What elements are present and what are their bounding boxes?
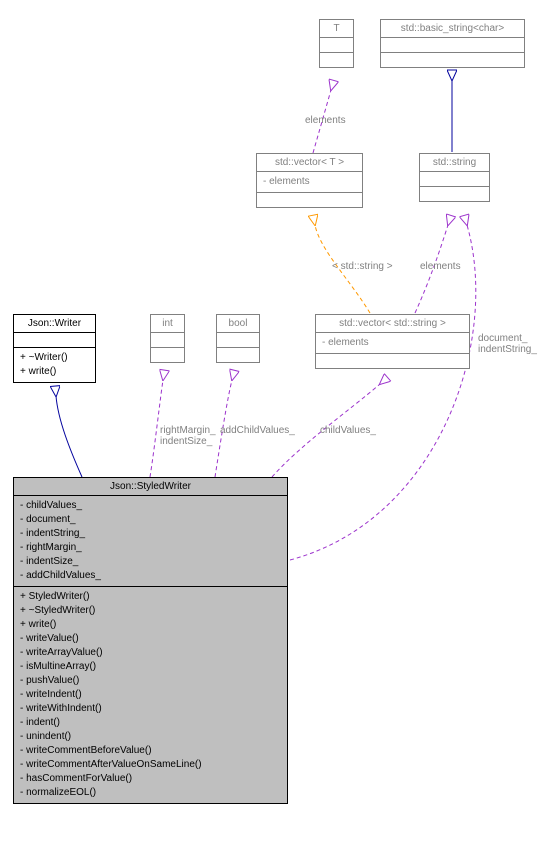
class-bool[interactable]: bool	[216, 314, 260, 363]
method: - writeCommentAfterValueOnSameLine()	[20, 758, 281, 772]
method: + write()	[20, 365, 89, 379]
method: + StyledWriter()	[20, 590, 281, 604]
method: + ~StyledWriter()	[20, 604, 281, 618]
edge-label-addchild: addChildValues_	[220, 425, 295, 436]
edge-label-template-str: < std::string >	[332, 261, 393, 272]
class-int[interactable]: int	[150, 314, 185, 363]
attr: - childValues_	[20, 499, 281, 513]
class-title: Json::StyledWriter	[14, 478, 287, 495]
edge-label-document: document_ indentString_	[478, 333, 537, 355]
method: - writeArrayValue()	[20, 646, 281, 660]
attr: - elements	[263, 175, 356, 189]
class-vector-T[interactable]: std::vector< T > - elements	[256, 153, 363, 208]
attr: - elements	[322, 336, 463, 350]
edge-label-elements: elements	[305, 115, 346, 126]
class-title: std::vector< T >	[257, 154, 362, 171]
attr: - rightMargin_	[20, 541, 281, 555]
attr: - indentString_	[20, 527, 281, 541]
method: - writeValue()	[20, 632, 281, 646]
method: - writeCommentBeforeValue()	[20, 744, 281, 758]
method: - writeWithIndent()	[20, 702, 281, 716]
class-title: Json::Writer	[14, 315, 95, 332]
attr: - indentSize_	[20, 555, 281, 569]
method: - hasCommentForValue()	[20, 772, 281, 786]
edge-label-elements2: elements	[420, 261, 461, 272]
class-title: std::vector< std::string >	[316, 315, 469, 332]
edge-label-childvalues: childValues_	[320, 425, 376, 436]
class-std-string[interactable]: std::string	[419, 153, 490, 202]
class-T[interactable]: T	[319, 19, 354, 68]
class-basic-string[interactable]: std::basic_string<char>	[380, 19, 525, 68]
method: - unindent()	[20, 730, 281, 744]
method: - pushValue()	[20, 674, 281, 688]
method: + write()	[20, 618, 281, 632]
attr: - document_	[20, 513, 281, 527]
class-title: std::basic_string<char>	[381, 20, 524, 37]
uml-collaboration-diagram: T std::basic_string<char> std::vector< T…	[0, 0, 559, 859]
attr: - addChildValues_	[20, 569, 281, 583]
class-json-writer[interactable]: Json::Writer + ~Writer() + write()	[13, 314, 96, 383]
edge-label-rightmargin: rightMargin_ indentSize_	[160, 425, 216, 447]
method: - normalizeEOL()	[20, 786, 281, 800]
method: - isMultineArray()	[20, 660, 281, 674]
attributes-section: - childValues_ - document_ - indentStrin…	[14, 496, 287, 586]
class-json-styledwriter[interactable]: Json::StyledWriter - childValues_ - docu…	[13, 477, 288, 804]
class-title: T	[320, 20, 353, 37]
method: - writeIndent()	[20, 688, 281, 702]
class-vector-string[interactable]: std::vector< std::string > - elements	[315, 314, 470, 369]
class-title: bool	[217, 315, 259, 332]
method: + ~Writer()	[20, 351, 89, 365]
method: - indent()	[20, 716, 281, 730]
methods-section: + StyledWriter() + ~StyledWriter() + wri…	[14, 587, 287, 803]
class-title: int	[151, 315, 184, 332]
class-title: std::string	[420, 154, 489, 171]
